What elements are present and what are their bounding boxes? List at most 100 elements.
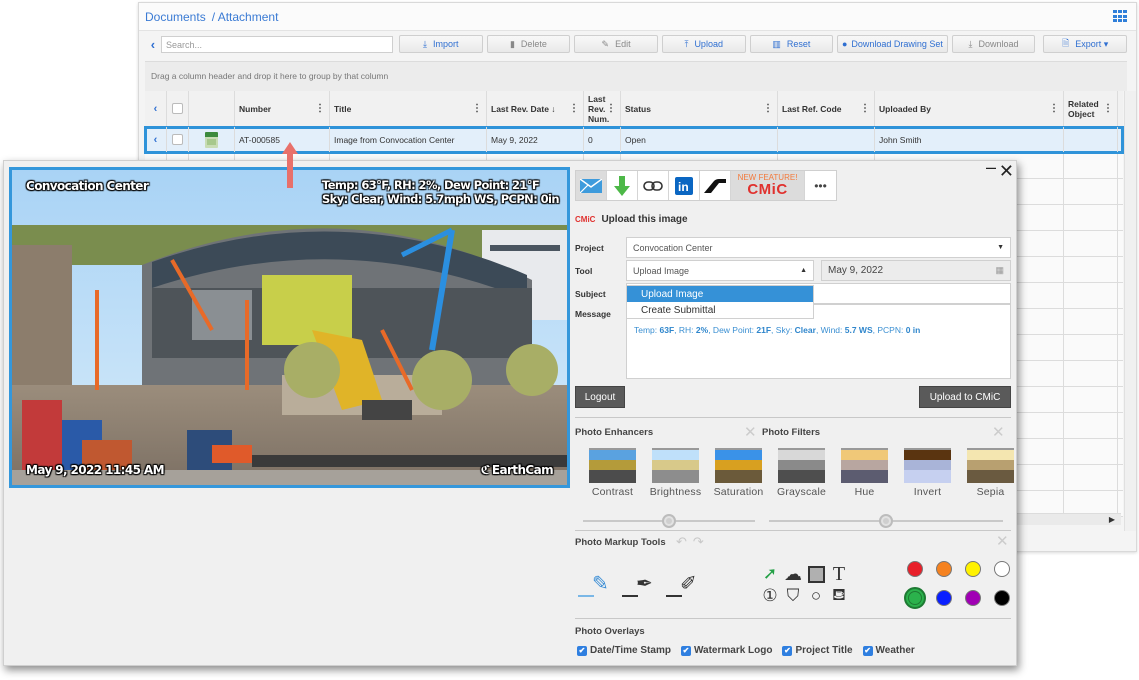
color-swatch-black[interactable]: [987, 590, 1016, 609]
breadcrumb: Documents / Attachment: [145, 10, 278, 24]
close-enhancers-icon[interactable]: ✕: [744, 423, 757, 441]
color-swatch-red[interactable]: [900, 561, 929, 577]
filter-grayscale[interactable]: Grayscale: [770, 448, 833, 498]
upload-button[interactable]: ⤒ Upload: [661, 35, 746, 53]
col-header-last-ref-code[interactable]: Last Ref. Code ⋮: [778, 91, 875, 126]
text-icon: T: [832, 562, 846, 585]
select-all-checkbox[interactable]: [172, 103, 183, 114]
autodesk-share-button[interactable]: [700, 171, 731, 200]
email-share-button[interactable]: [576, 171, 607, 200]
color-swatch-orange[interactable]: [929, 561, 958, 577]
enhancer-saturation[interactable]: Saturation: [707, 448, 770, 498]
arrow-tool[interactable]: ➚: [759, 564, 781, 584]
apps-grid-icon[interactable]: [1113, 10, 1128, 23]
color-swatch-blue[interactable]: [929, 590, 958, 609]
overlay-weather-checkbox[interactable]: ✔ Weather: [862, 645, 915, 656]
hue-thumbnail: [841, 448, 888, 483]
vertical-scrollbar[interactable]: [1124, 91, 1136, 531]
logout-button[interactable]: Logout: [575, 386, 625, 408]
download-button[interactable]: ⤓ Download: [951, 35, 1036, 53]
col-header-last-rev-num[interactable]: Last Rev. Num. ⋮: [584, 91, 621, 126]
color-swatch-purple[interactable]: [958, 590, 987, 609]
tool-option-create-submittal[interactable]: Create Submittal: [627, 302, 813, 318]
download-drawing-set-button[interactable]: ● Download Drawing Set: [837, 35, 948, 53]
filter-slider[interactable]: [769, 514, 1003, 528]
col-header-status[interactable]: Status ⋮: [621, 91, 778, 126]
header-expand[interactable]: ‹: [145, 91, 167, 126]
import-button[interactable]: ⤓ Import: [398, 35, 483, 53]
column-menu-icon[interactable]: ⋮: [1103, 103, 1113, 114]
enhancer-slider-handle[interactable]: [662, 514, 676, 528]
minimize-button[interactable]: –: [986, 157, 996, 178]
rectangle-tool[interactable]: [805, 564, 827, 584]
cmic-mini-logo-icon: CMiC: [575, 215, 596, 224]
overlay-watermark-checkbox[interactable]: ✔ Watermark Logo: [680, 645, 772, 656]
more-options-button[interactable]: •••: [805, 171, 836, 200]
undo-icon[interactable]: ↶: [676, 534, 687, 550]
pen-tool[interactable]: ✒: [622, 571, 660, 599]
close-markup-icon[interactable]: ✕: [996, 532, 1009, 550]
circle-tool[interactable]: ○: [805, 586, 827, 606]
color-swatch-yellow[interactable]: [958, 561, 987, 577]
calendar-icon[interactable]: ▦: [995, 265, 1004, 276]
text-tool[interactable]: T: [828, 562, 850, 585]
download-share-button[interactable]: [607, 171, 638, 200]
column-menu-icon[interactable]: ⋮: [1049, 103, 1059, 114]
pencil-tool[interactable]: ✎: [578, 571, 616, 599]
tool-select[interactable]: Upload Image ▲: [626, 260, 814, 281]
upload-to-cmic-button[interactable]: Upload to CMiC: [919, 386, 1011, 408]
color-swatch-white[interactable]: [987, 561, 1016, 577]
reset-button[interactable]: ▥ Reset: [749, 35, 834, 53]
col-header-uploaded-by[interactable]: Uploaded By ⋮: [875, 91, 1064, 126]
column-menu-icon[interactable]: ⋮: [472, 103, 482, 114]
edit-button[interactable]: ✎ Edit: [574, 35, 658, 53]
cmic-logo-icon: CMiC: [747, 181, 788, 198]
close-button[interactable]: ✕: [999, 161, 1014, 182]
polygon-tool[interactable]: ⛉: [782, 586, 804, 606]
delete-button[interactable]: ▮ Delete: [486, 35, 571, 53]
redo-icon[interactable]: ↷: [693, 534, 704, 550]
col-header-related-object[interactable]: Related Object ⋮: [1064, 91, 1118, 126]
cmic-share-button[interactable]: NEW FEATURE! CMiC: [731, 171, 805, 200]
col-header-last-rev-date[interactable]: Last Rev. Date ↓ ⋮: [487, 91, 584, 126]
scroll-right-icon[interactable]: ▶: [1109, 515, 1115, 524]
circle-plus-icon: ●: [841, 39, 848, 49]
enhancer-contrast[interactable]: Contrast: [581, 448, 644, 498]
column-menu-icon[interactable]: ⋮: [606, 103, 616, 114]
row-expand-icon[interactable]: ‹: [154, 134, 158, 146]
column-menu-icon[interactable]: ⋮: [860, 103, 870, 114]
search-input[interactable]: Search...: [160, 35, 393, 53]
column-menu-icon[interactable]: ⋮: [315, 103, 325, 114]
overlay-datetime-checkbox[interactable]: ✔ Date/Time Stamp: [577, 645, 671, 656]
project-select[interactable]: Convocation Center ▼: [626, 237, 1011, 258]
cloud-tool[interactable]: ☁: [782, 564, 804, 584]
close-filters-icon[interactable]: ✕: [992, 423, 1005, 441]
filter-slider-handle[interactable]: [879, 514, 893, 528]
filter-invert[interactable]: Invert: [896, 448, 959, 498]
breadcrumb-attachment[interactable]: / Attachment: [212, 10, 279, 24]
filter-sepia[interactable]: Sepia: [959, 448, 1022, 498]
numbered-marker-tool[interactable]: ①: [759, 586, 781, 606]
highlighter-tool[interactable]: ✐: [666, 571, 704, 599]
tool-option-upload-image[interactable]: Upload Image: [627, 286, 813, 302]
enhancer-brightness[interactable]: Brightness: [644, 448, 707, 498]
collapse-chevron-icon[interactable]: ‹: [145, 37, 161, 52]
column-menu-icon[interactable]: ⋮: [569, 103, 579, 114]
linkedin-share-button[interactable]: in: [669, 171, 700, 200]
col-header-number[interactable]: Number ⋮: [235, 91, 330, 126]
overlay-project-title-checkbox[interactable]: ✔ Project Title: [782, 645, 853, 656]
fill-tool[interactable]: ⛾: [828, 585, 850, 606]
date-field[interactable]: May 9, 2022 ▦: [821, 260, 1011, 281]
group-by-drop-zone[interactable]: Drag a column header and drop it here to…: [145, 61, 1127, 91]
export-button[interactable]: 🗎 Export ▾: [1043, 35, 1127, 53]
header-select-all[interactable]: [167, 91, 189, 126]
row-checkbox[interactable]: [172, 134, 183, 145]
filter-hue[interactable]: Hue: [833, 448, 896, 498]
col-header-title[interactable]: Title ⋮: [330, 91, 487, 126]
color-swatch-green[interactable]: [900, 587, 929, 609]
enhancer-slider[interactable]: [583, 514, 755, 528]
copy-link-button[interactable]: [638, 171, 669, 200]
breadcrumb-documents[interactable]: Documents: [145, 10, 206, 24]
autodesk-icon: [704, 178, 726, 193]
column-menu-icon[interactable]: ⋮: [763, 103, 773, 114]
